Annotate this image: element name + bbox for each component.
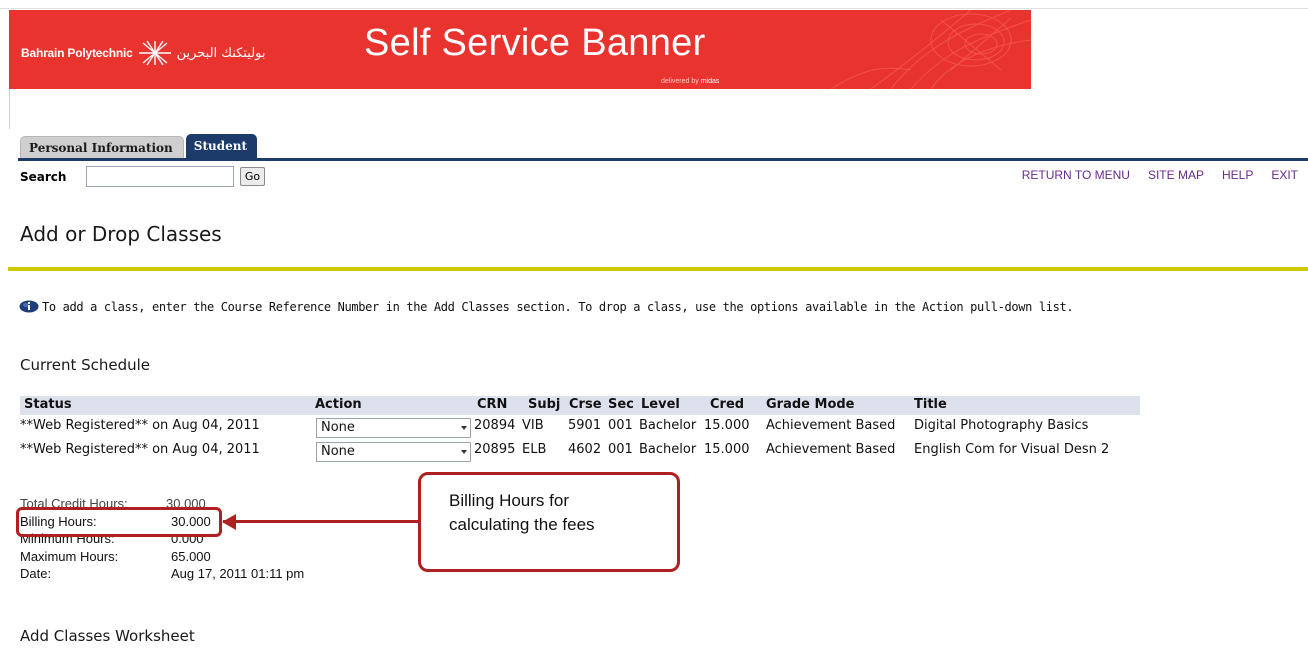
bahrain-polytechnic-logo[interactable]: Bahrain Polytechnic بوليتكنك البحرين xyxy=(21,40,265,66)
crse-cell: 5901 xyxy=(568,418,602,433)
col-title: Title xyxy=(914,397,947,412)
title-cell: English Com for Visual Desn 2 xyxy=(914,442,1110,457)
top-border xyxy=(0,0,1308,9)
left-rule xyxy=(9,89,10,129)
crse-cell: 4602 xyxy=(568,442,602,457)
date-value: Aug 17, 2011 01:11 pm xyxy=(171,566,305,581)
subj-cell: VIB xyxy=(522,418,544,433)
status-cell: **Web Registered** on Aug 04, 2011 xyxy=(20,442,260,457)
search-input[interactable] xyxy=(86,166,234,187)
chevron-down-icon xyxy=(461,426,467,430)
table-row: **Web Registered** on Aug 04, 2011 None … xyxy=(20,439,1140,463)
action-value: None xyxy=(321,420,355,435)
status-cell: **Web Registered** on Aug 04, 2011 xyxy=(20,418,260,433)
logo-text-en: Bahrain Polytechnic xyxy=(21,46,133,60)
grade-mode-cell: Achievement Based xyxy=(766,418,896,433)
col-status: Status xyxy=(24,397,72,412)
site-map-link[interactable]: SITE MAP xyxy=(1148,168,1204,182)
col-crse: Crse xyxy=(569,397,602,412)
go-button[interactable]: Go xyxy=(240,167,265,186)
info-icon xyxy=(19,300,39,313)
banner-decoration xyxy=(830,10,1031,89)
current-schedule-table: Status Action CRN Subj Crse Sec Level Cr… xyxy=(20,396,1140,463)
schedule-table-header: Status Action CRN Subj Crse Sec Level Cr… xyxy=(20,396,1140,415)
col-level: Level xyxy=(641,397,680,412)
app-title: Self Service Banner xyxy=(364,22,706,64)
delivered-prefix: delivered by xyxy=(661,78,699,85)
col-subj: Subj xyxy=(528,397,561,412)
annotation-callout: Billing Hours for calculating the fees xyxy=(418,472,680,572)
action-value: None xyxy=(321,444,355,459)
callout-line-2: calculating the fees xyxy=(449,515,595,534)
table-row: **Web Registered** on Aug 04, 2011 None … xyxy=(20,415,1140,439)
action-select[interactable]: None xyxy=(316,442,471,462)
cred-cell: 15.000 xyxy=(704,442,750,457)
level-cell: Bachelor xyxy=(639,442,697,457)
star-burst-icon xyxy=(138,40,171,66)
date-label: Date: xyxy=(20,566,52,581)
instructions-text: To add a class, enter the Course Referen… xyxy=(42,300,1074,314)
level-cell: Bachelor xyxy=(639,418,697,433)
add-classes-heading: Add Classes Worksheet xyxy=(20,627,195,645)
crn-cell: 20894 xyxy=(474,418,516,433)
maximum-hours-label: Maximum Hours: xyxy=(20,548,119,564)
header-banner: Bahrain Polytechnic بوليتكنك البحرين Sel… xyxy=(9,10,1031,89)
sec-cell: 001 xyxy=(608,442,633,457)
col-crn: CRN xyxy=(477,397,508,412)
maximum-hours-value: 65.000 xyxy=(171,548,211,564)
return-to-menu-link[interactable]: RETURN TO MENU xyxy=(1022,168,1130,182)
crn-cell: 20895 xyxy=(474,442,516,457)
sec-cell: 001 xyxy=(608,418,633,433)
action-select[interactable]: None xyxy=(316,418,471,438)
col-grade-mode: Grade Mode xyxy=(766,397,855,412)
title-cell: Digital Photography Basics xyxy=(914,418,1089,433)
callout-line-1: Billing Hours for xyxy=(449,491,569,510)
title-divider xyxy=(8,267,1308,271)
col-action: Action xyxy=(315,397,362,412)
top-navigation: RETURN TO MENU SITE MAP HELP EXIT xyxy=(1022,168,1298,182)
tab-student[interactable]: Student xyxy=(185,134,258,158)
page-title: Add or Drop Classes xyxy=(20,222,222,246)
tab-underline xyxy=(18,158,1308,161)
col-cred: Cred xyxy=(710,397,745,412)
subj-cell: ELB xyxy=(522,442,547,457)
logo-text-ar: بوليتكنك البحرين xyxy=(176,45,266,61)
billing-hours-highlight xyxy=(16,507,222,537)
annotation-arrow-line xyxy=(223,520,418,523)
grade-mode-cell: Achievement Based xyxy=(766,442,896,457)
annotation-arrow-icon xyxy=(222,514,236,530)
tab-personal-information[interactable]: Personal Information xyxy=(20,136,184,158)
cred-cell: 15.000 xyxy=(704,418,750,433)
main-tabs: Personal Information Student xyxy=(20,133,259,158)
help-link[interactable]: HELP xyxy=(1222,168,1253,182)
chevron-down-icon xyxy=(461,450,467,454)
search-label: Search xyxy=(20,170,67,184)
delivered-brand: midas xyxy=(700,78,720,85)
exit-link[interactable]: EXIT xyxy=(1271,168,1298,182)
current-schedule-heading: Current Schedule xyxy=(20,356,151,374)
col-sec: Sec xyxy=(608,397,634,412)
delivered-by-text: delivered by midas xyxy=(661,78,719,85)
